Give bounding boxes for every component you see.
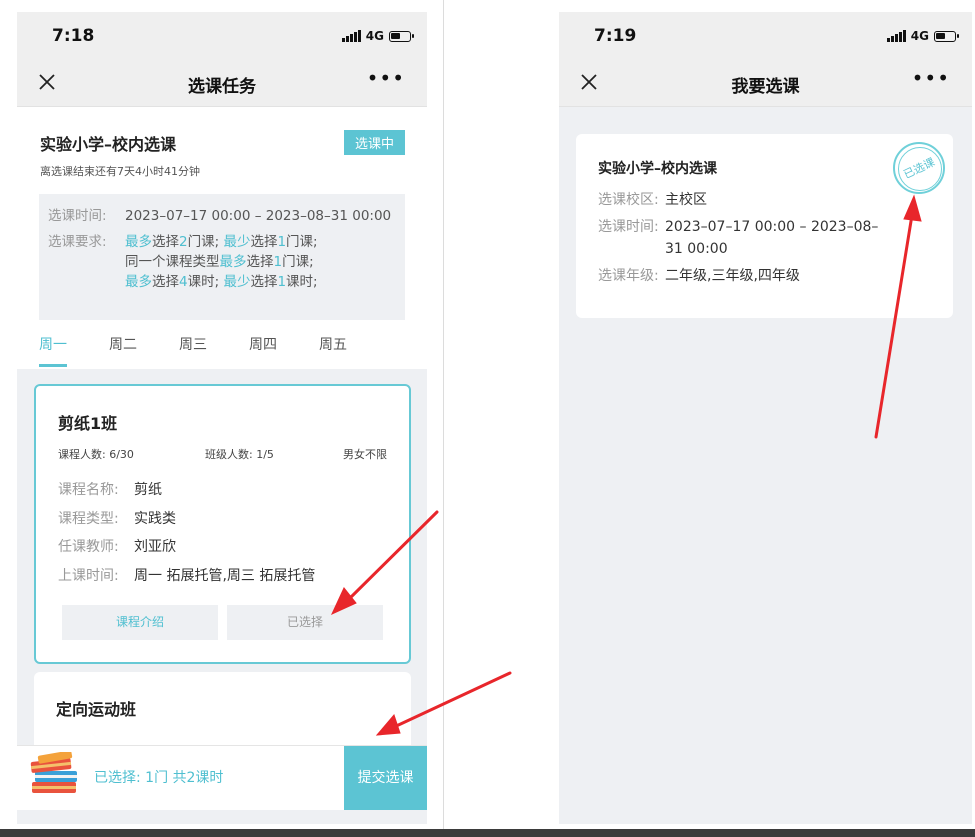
teacher-name: 刘亚欣	[134, 539, 176, 555]
signal-icon	[341, 30, 361, 42]
grade-value: 二年级,三年级,四年级	[665, 268, 800, 284]
selected-button[interactable]: 已选择	[227, 605, 383, 640]
time-label: 选课时间:	[48, 208, 107, 224]
info-box: 选课时间: 2023–07–17 00:00 – 2023–08–31 00:0…	[39, 194, 405, 320]
selection-summary: 已选择: 1门 共2课时	[94, 770, 224, 786]
status-time: 7:18	[52, 26, 95, 46]
page-title: 选课任务	[188, 77, 256, 97]
countdown-text: 离选课结束还有7天4小时41分钟	[40, 165, 200, 178]
bottom-strip	[0, 829, 975, 837]
nav-bar: 我要选课 •••	[559, 60, 972, 107]
course-header: 实验小学–校内选课 选课中 离选课结束还有7天4小时41分钟 选课时间: 202…	[17, 107, 427, 369]
task-info: 选课校区: 主校区 选课时间: 2023–07–17 00:00 – 2023–08…	[598, 189, 895, 292]
tab-thu[interactable]: 周四	[249, 334, 277, 354]
tab-mon[interactable]: 周一	[39, 334, 67, 354]
class-count: 班级人数: 1/5	[205, 448, 274, 461]
course-count: 课程人数: 6/30	[58, 448, 134, 461]
course-detail: 课程名称: 剪纸 课程类型: 实践类 任课教师: 刘亚欣 上课时间: 周一 拓展托管,周…	[58, 476, 315, 590]
battery-icon	[934, 30, 959, 42]
class-title: 定向运动班	[56, 700, 137, 719]
nav-bar: 选课任务 •••	[17, 60, 427, 107]
page-title: 我要选课	[731, 77, 800, 97]
selected-stamp-icon: 已选课	[893, 142, 945, 194]
time-value: 2023–07–17 00:00 – 2023–08–31 00:00	[665, 219, 879, 257]
more-icon[interactable]: •••	[367, 66, 405, 90]
network-label: 4G	[365, 29, 384, 43]
tab-wed[interactable]: 周三	[179, 334, 207, 354]
gesture-bar	[17, 810, 427, 824]
requirement-text: 最多选择2门课; 最少选择1门课; 同一个课程类型最多选择1门课; 最多选择4课…	[125, 234, 318, 290]
tab-underline	[39, 364, 67, 367]
course-name: 剪纸	[134, 482, 162, 498]
signal-icon	[886, 30, 906, 42]
requirement-label: 选课要求:	[48, 234, 107, 250]
course-task-card[interactable]: 实验小学–校内选课 已选课 选课校区: 主校区 选课时间: 2023–07–17 0…	[576, 134, 953, 318]
more-icon[interactable]: •••	[912, 66, 950, 90]
network-label: 4G	[910, 29, 929, 43]
phone-left: 7:18 4G 选课任务 ••• 实验小学–校内选课 选课中 离选课结束还有7天…	[17, 12, 427, 824]
gender-limit: 男女不限	[343, 448, 387, 461]
status-time: 7:19	[594, 26, 637, 46]
phone-right: 7:19 4G 我要选课 ••• 实验小学–校内选课 已选课 选课校区: 主校区 …	[559, 12, 972, 824]
screenshot-divider	[443, 0, 444, 837]
course-type: 实践类	[134, 510, 176, 527]
course-card-selected[interactable]: 剪纸1班 课程人数: 6/30 班级人数: 1/5 男女不限 课程名称: 剪纸 课…	[34, 384, 411, 664]
task-title: 实验小学–校内选课	[598, 161, 717, 177]
status-bar: 7:19 4G	[559, 12, 972, 60]
time-value: 2023–07–17 00:00 – 2023–08–31 00:00	[125, 208, 392, 224]
course-intro-button[interactable]: 课程介绍	[62, 605, 218, 640]
bottom-bar: 已选择: 1门 共2课时 提交选课	[17, 745, 427, 811]
submit-button[interactable]: 提交选课	[344, 746, 427, 811]
battery-icon	[389, 30, 414, 42]
class-title: 剪纸1班	[58, 414, 118, 433]
tab-tue[interactable]: 周二	[109, 334, 137, 354]
weekday-tabs: 周一 周二 周三 周四 周五	[17, 334, 427, 369]
books-icon	[30, 752, 77, 793]
course-title: 实验小学–校内选课	[40, 135, 177, 154]
tab-fri[interactable]: 周五	[319, 334, 347, 354]
campus-value: 主校区	[665, 192, 707, 208]
schedule: 周一 拓展托管,周三 拓展托管	[134, 567, 316, 584]
status-badge: 选课中	[343, 130, 405, 155]
status-bar: 7:18 4G	[17, 12, 427, 60]
